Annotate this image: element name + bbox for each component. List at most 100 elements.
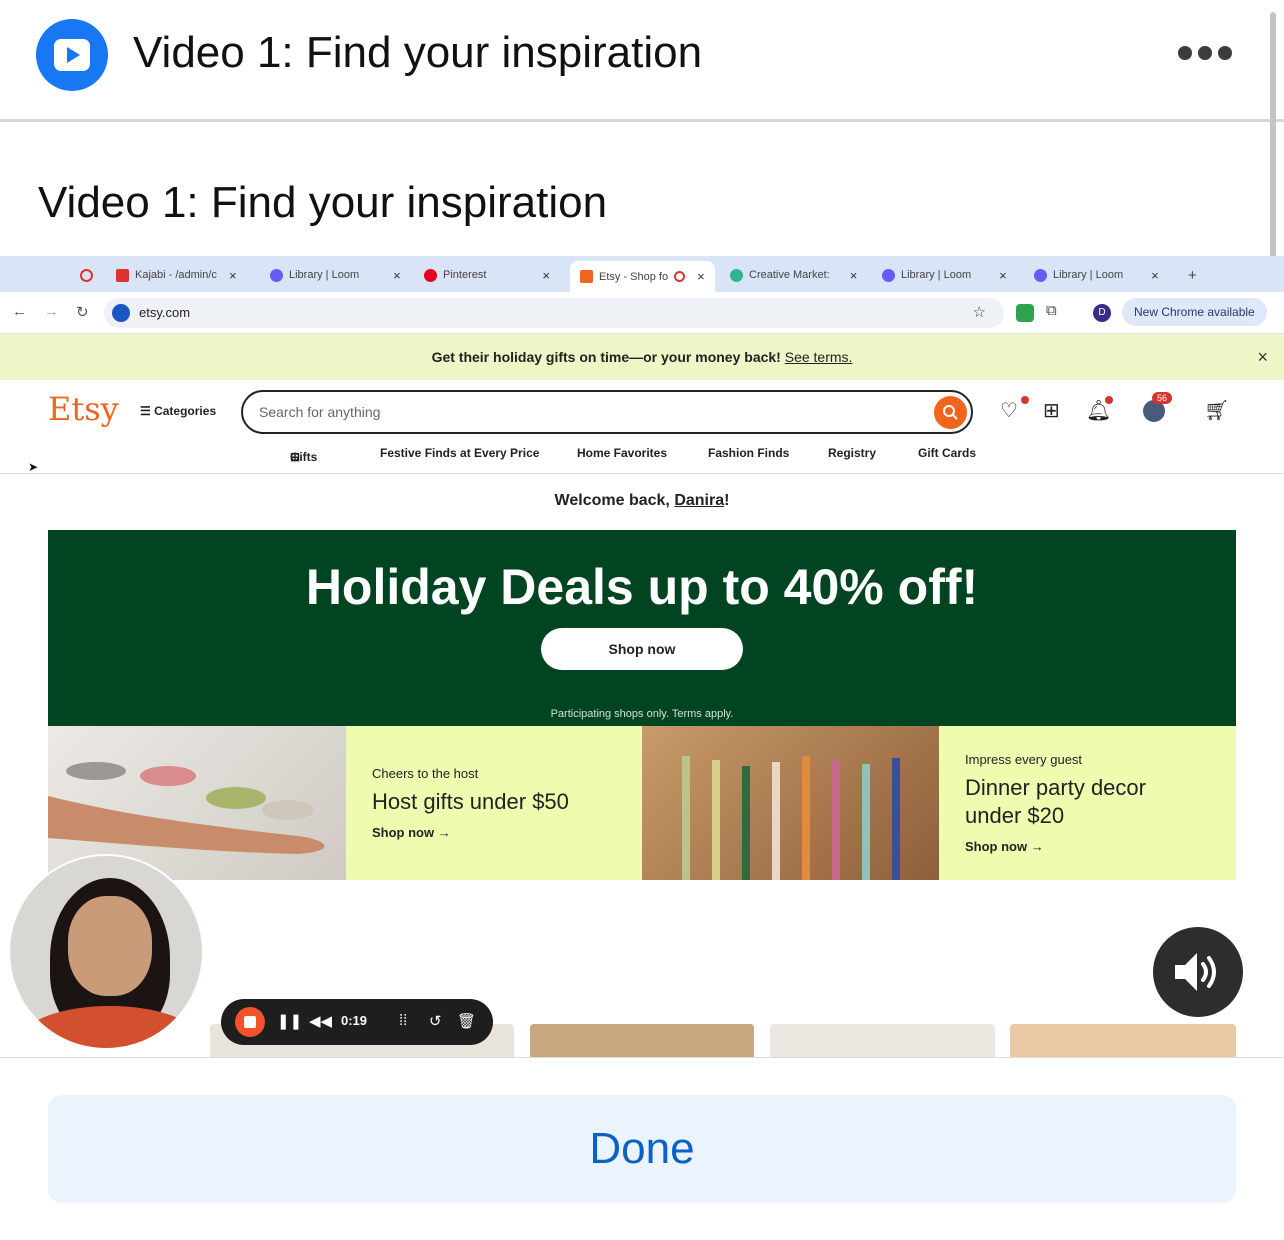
search-placeholder: Search for anything [259,404,381,420]
tile-shop-now-link[interactable]: Shop now → [372,825,451,840]
tile-eyebrow: Cheers to the host [372,766,479,781]
product-card[interactable] [1010,1024,1236,1057]
promo-text: Get their holiday gifts on time—or your … [431,349,781,365]
etsy-logo[interactable]: Etsy [48,390,119,428]
stop-recording-button[interactable] [235,1007,265,1037]
notification-dot [1105,396,1113,404]
welcome-name-link[interactable]: Danira [674,492,724,509]
loom-recording-controls: ❚❚ ◀◀ 0:19 ⁞⁞ ↺ 🗑︎ [221,999,493,1045]
hero-fine-print: Participating shops only. Terms apply. [550,708,734,720]
browser-toolbar: ← → ↻ etsy.com ☆ ⧉ D New Chrome availabl… [0,292,1284,334]
volume-icon[interactable] [1153,927,1243,1017]
back-icon[interactable]: ← [12,303,27,320]
tile-headline: Host gifts under $50 [372,789,569,814]
dinner-decor-tile[interactable]: Impress every guest Dinner party decor u… [939,726,1236,880]
promo-banner: Get their holiday gifts on time—or your … [0,334,1284,380]
presenter-shirt [20,1006,200,1048]
done-button[interactable]: Done [48,1095,1236,1203]
restart-icon[interactable]: ↺ [429,1012,442,1030]
account-badge: 56 [1152,392,1173,404]
etsy-subnav: ⊞ Gifts Festive Finds at Every Price Hom… [0,442,1284,468]
forward-icon[interactable]: → [44,303,59,320]
url-text: etsy.com [139,305,191,320]
notification-dot [1021,396,1029,404]
new-tab-icon[interactable]: + [1188,261,1197,289]
tab-label: Etsy - Shop fo [599,270,669,283]
search-icon[interactable] [934,396,967,429]
address-bar[interactable]: etsy.com ☆ [104,298,1004,328]
page-title: Video 1: Find your inspiration [38,178,608,227]
welcome-suffix: ! [724,492,730,509]
welcome-message: Welcome back, Danira! [0,492,1284,510]
browser-tab-strip: Kajabi - /admin/c × Library | Loom × Pinte… [0,256,1284,292]
categories-button[interactable]: ☰ Categories [140,404,216,418]
modal-header: Video 1: Find your inspiration [0,0,1284,500]
subnav-fashion-finds[interactable]: Fashion Finds [708,446,789,460]
close-icon[interactable]: × [850,268,858,283]
browser-tab[interactable]: Library | Loom × [882,261,1007,289]
shop-now-button[interactable]: Shop now [541,628,743,670]
trash-icon[interactable]: 🗑︎ [457,1012,476,1030]
tile-shop-now-link[interactable]: Shop now → [965,839,1044,854]
site-info-icon[interactable] [112,304,130,322]
subnav-gift-cards[interactable]: Gift Cards [918,446,976,460]
see-terms-link[interactable]: See terms. [785,349,853,365]
cart-icon[interactable]: 🛒︎ [1204,398,1229,423]
modal-title: Video 1: Find your inspiration [133,28,703,77]
subnav-label: Gifts [290,450,318,464]
mouse-cursor-icon: ➤ [28,460,39,474]
browser-tab-active[interactable]: Etsy - Shop fo × [570,261,715,292]
tab-label: Kajabi - /admin/c [135,269,217,281]
tile-eyebrow: Impress every guest [965,752,1083,767]
etsy-header: Etsy ☰ Categories Search for anything ♡ … [0,380,1284,474]
close-icon[interactable]: × [1257,334,1268,380]
close-icon[interactable]: × [542,268,550,283]
holiday-hero-banner: Holiday Deals up to 40% off! Shop now Pa… [48,530,1236,726]
tab-label: Library | Loom [289,269,360,281]
bookmark-star-icon[interactable]: ☆ [973,303,986,321]
welcome-prefix: Welcome back, [554,492,670,509]
pause-icon[interactable]: ❚❚ [277,1012,302,1030]
host-gifts-tile[interactable]: Cheers to the host Host gifts under $50 … [346,726,643,880]
subnav-registry[interactable]: Registry [828,446,876,460]
close-icon[interactable]: × [393,268,401,283]
subnav-home-favorites[interactable]: Home Favorites [577,446,667,460]
product-card[interactable] [530,1024,754,1057]
reload-icon[interactable]: ↻ [76,303,89,321]
profile-avatar[interactable]: D [1093,304,1111,322]
close-icon[interactable]: × [229,268,237,283]
tab-label: Creative Market: [749,269,830,281]
more-options-icon[interactable] [1178,46,1238,64]
video-app-icon [36,19,108,91]
hero-title: Holiday Deals up to 40% off! [305,559,979,615]
grid-icon[interactable]: ⁞⁞ [399,1012,407,1029]
gift-icon[interactable]: ⊞ [1043,398,1060,423]
close-icon[interactable]: × [999,268,1007,283]
browser-tab[interactable]: Pinterest × [424,261,550,289]
tab-label: Pinterest [443,269,487,281]
extension-icon[interactable] [1016,304,1034,322]
extensions-puzzle-icon[interactable]: ⧉ [1046,302,1057,319]
tab-label: Library | Loom [1053,269,1124,281]
browser-tab[interactable]: Kajabi - /admin/c × [116,261,237,289]
categories-label: Categories [154,404,217,418]
webcam-bubble[interactable] [8,854,204,1050]
video-player[interactable]: Kajabi - /admin/c × Library | Loom × Pinte… [0,256,1284,1058]
browser-tab[interactable]: Creative Market: × [730,261,857,289]
tile-headline: Dinner party decor under $20 [965,775,1146,828]
tab-label: Library | Loom [901,269,972,281]
chrome-update-button[interactable]: New Chrome available [1122,298,1267,326]
recording-icon [80,261,93,289]
menu-icon: ☰ [140,404,155,418]
presenter-face [68,896,152,996]
browser-tab[interactable]: Library | Loom × [270,261,401,289]
rewind-icon[interactable]: ◀◀ [309,1012,332,1030]
browser-tab[interactable]: Library | Loom × [1034,261,1159,289]
close-icon[interactable]: × [1151,268,1159,283]
product-card[interactable] [770,1024,995,1057]
candles-image[interactable] [642,726,939,880]
search-input[interactable]: Search for anything [241,390,973,434]
favorites-heart-icon[interactable]: ♡ [1000,398,1018,423]
close-icon[interactable]: × [697,269,705,284]
subnav-festive-finds[interactable]: Festive Finds at Every Price [380,446,539,460]
